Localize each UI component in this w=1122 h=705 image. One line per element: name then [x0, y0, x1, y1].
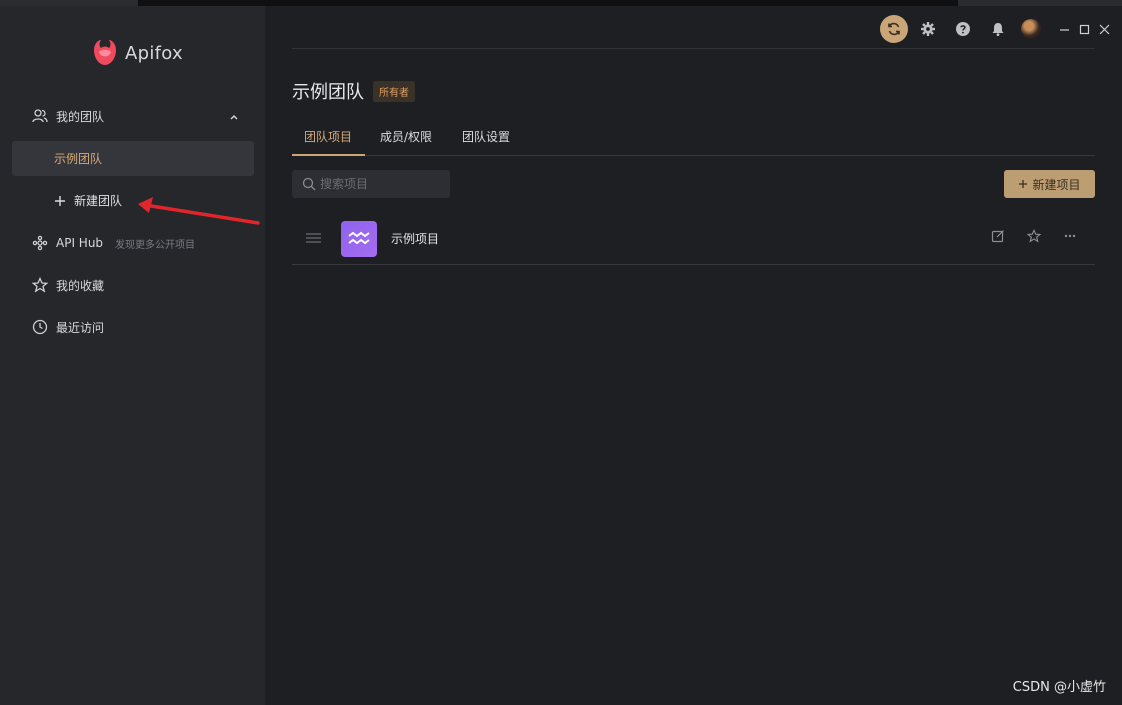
- drag-handle-icon[interactable]: [305, 232, 322, 244]
- project-search: [292, 170, 450, 198]
- new-team-button[interactable]: 新建团队: [54, 192, 122, 209]
- api-hub-icon: [32, 235, 48, 251]
- sidebar-item-api-hub[interactable]: API Hub 发现更多公开项目: [32, 232, 195, 254]
- close-icon[interactable]: [1099, 24, 1110, 35]
- team-tabs: 团队项目 成员/权限 团队设置: [292, 124, 1095, 156]
- active-tab-indicator: [292, 154, 365, 156]
- sidebar-item-label: API Hub: [56, 236, 104, 250]
- sidebar-item-label: 我的团队: [56, 109, 105, 124]
- sync-icon: [888, 22, 900, 36]
- gear-icon: [921, 22, 935, 36]
- plus-icon: [1019, 180, 1028, 188]
- more-icon[interactable]: [1063, 229, 1077, 243]
- search-icon: [302, 177, 316, 191]
- clock-icon: [32, 319, 48, 335]
- star-icon[interactable]: [1027, 229, 1041, 243]
- app-name: Apifox: [125, 42, 183, 64]
- sidebar-item-my-team[interactable]: 我的团队: [32, 105, 104, 127]
- header-divider: [292, 48, 1095, 49]
- tab-team-projects[interactable]: 团队项目: [304, 128, 352, 145]
- user-avatar[interactable]: [1021, 19, 1041, 39]
- search-input[interactable]: [320, 177, 440, 191]
- sidebar-item-label: 最近访问: [56, 320, 105, 335]
- question-icon: [956, 22, 970, 36]
- window-controls: [1059, 24, 1110, 35]
- tab-members-permissions[interactable]: 成员/权限: [380, 128, 432, 145]
- minimize-icon[interactable]: [1059, 24, 1070, 35]
- tab-team-settings[interactable]: 团队设置: [462, 128, 510, 145]
- star-icon: [32, 277, 48, 293]
- project-name[interactable]: 示例项目: [391, 230, 439, 247]
- new-team-label: 新建团队: [74, 194, 123, 208]
- project-actions: [991, 229, 1077, 243]
- watermark: CSDN @小虚竹: [1012, 680, 1106, 695]
- help-button[interactable]: [951, 17, 975, 41]
- notifications-button[interactable]: [986, 17, 1010, 41]
- maximize-icon[interactable]: [1079, 24, 1090, 35]
- app-logo: Apifox: [90, 38, 183, 68]
- waves-icon: [348, 231, 370, 245]
- project-avatar: [341, 221, 377, 257]
- main-content: 示例团队 所有者 团队项目 成员/权限 团队设置 新建项目 示例项目: [265, 6, 1122, 705]
- new-project-button[interactable]: 新建项目: [1004, 170, 1095, 198]
- project-row[interactable]: 示例项目: [292, 212, 1095, 265]
- sidebar-item-label: 我的收藏: [56, 278, 105, 293]
- sidebar-item-recent[interactable]: 最近访问: [32, 316, 104, 338]
- edit-icon[interactable]: [991, 229, 1005, 243]
- team-icon: [32, 109, 48, 123]
- api-hub-subtitle: 发现更多公开项目: [115, 239, 196, 251]
- sidebar-item-favorites[interactable]: 我的收藏: [32, 274, 104, 296]
- plus-icon: [55, 195, 65, 206]
- page-title: 示例团队: [292, 82, 364, 103]
- role-badge: 所有者: [373, 80, 415, 102]
- chevron-up-icon[interactable]: [229, 112, 239, 122]
- sidebar-item-selected-team[interactable]: 示例团队: [12, 141, 254, 176]
- new-project-label: 新建项目: [1032, 177, 1081, 192]
- sidebar: Apifox 我的团队 示例团队 新建团队 API Hub 发现更多公开项目 我…: [0, 6, 265, 705]
- annotation-arrow-icon: [138, 197, 260, 225]
- team-header: 示例团队 所有者: [292, 78, 415, 104]
- header-toolbar: [880, 14, 1122, 44]
- sidebar-item-label: 示例团队: [54, 152, 103, 166]
- sync-button[interactable]: [880, 15, 908, 43]
- bell-icon: [992, 23, 1004, 36]
- apifox-logo-icon: [94, 40, 116, 65]
- settings-button[interactable]: [916, 17, 940, 41]
